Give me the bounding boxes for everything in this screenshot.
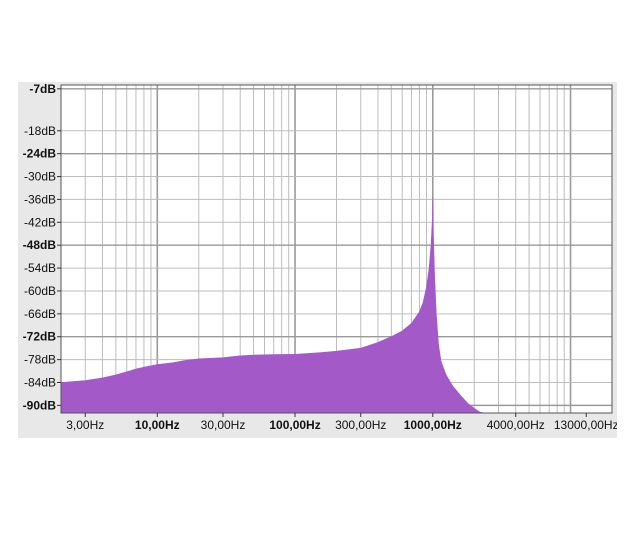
y-tick-label: -84dB <box>24 375 56 389</box>
y-tick-label: -60dB <box>24 284 56 298</box>
y-tick-label: -36dB <box>24 192 56 206</box>
y-tick-label: -90dB <box>23 398 57 412</box>
x-tick-label: 4000,00Hz <box>487 418 545 432</box>
y-tick-label: -66dB <box>24 307 56 321</box>
y-tick-label: -24dB <box>23 147 57 161</box>
y-tick-label: -78dB <box>24 353 56 367</box>
y-tick-label: -48dB <box>23 238 57 252</box>
x-tick-label: 13000,00Hz <box>554 418 617 432</box>
spectrum-chart: -7dB -18dB -24dB -30dB -36dB -42dB -48dB -54dB -… <box>23 82 617 432</box>
x-tick-label: 3,00Hz <box>66 418 104 432</box>
x-tick-label: 100,00Hz <box>269 418 320 432</box>
x-tick-label: 30,00Hz <box>201 418 246 432</box>
y-tick-label: -18dB <box>24 124 56 138</box>
y-tick-label: -7dB <box>29 82 56 96</box>
y-tick-label: -72dB <box>23 330 57 344</box>
x-tick-label: 1000,00Hz <box>404 418 462 432</box>
x-tick-label: 10,00Hz <box>135 418 180 432</box>
spectrum-panel: -7dB -18dB -24dB -30dB -36dB -42dB -48dB -54dB -… <box>18 82 617 438</box>
y-tick-label: -42dB <box>24 215 56 229</box>
y-tick-label: -54dB <box>24 261 56 275</box>
x-tick-label: 300,00Hz <box>335 418 386 432</box>
y-tick-label: -30dB <box>24 170 56 184</box>
